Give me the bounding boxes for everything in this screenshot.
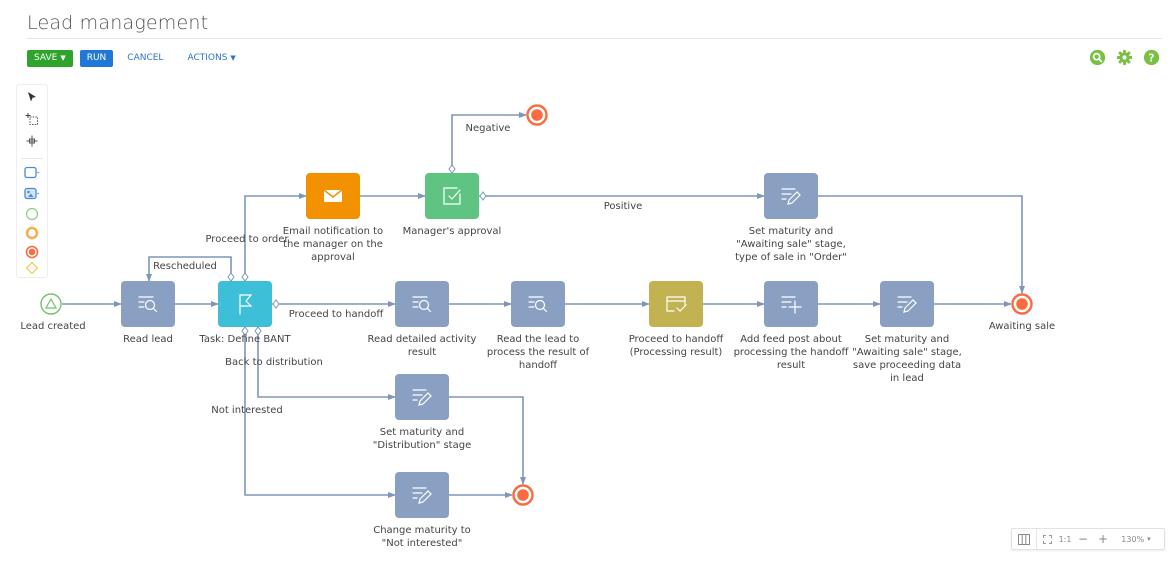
chevron-down-icon: ▾ <box>1147 535 1151 543</box>
conditional-flow-marker <box>241 272 249 282</box>
task-set-order[interactable]: Set maturity and "Awaiting sale" stage, ty… <box>735 173 847 263</box>
task-shape[interactable] <box>649 281 703 327</box>
zoom-level-select[interactable]: 130% ▾ <box>1113 529 1159 549</box>
task-add-feed-post-label: result <box>777 360 805 371</box>
task-not-interested-label: Change maturity to <box>373 525 471 536</box>
conditional-flow-marker <box>479 191 487 201</box>
task-read-lead-handoff[interactable]: Read the lead to process the result of han… <box>487 281 590 371</box>
task-shape[interactable] <box>121 281 175 327</box>
fit-to-screen-button[interactable] <box>1037 529 1057 549</box>
process-diagram-canvas[interactable]: Read lead Task: Define BANT Email notifica… <box>0 0 1172 567</box>
task-set-distribution[interactable]: Set maturity and "Distribution" stage <box>373 374 471 451</box>
task-set-awaiting[interactable]: Set maturity and "Awaiting sale" stage, sa… <box>852 281 962 384</box>
task-define-bant-label: Task: Define BANT <box>198 334 291 345</box>
task-define-bant[interactable]: Task: Define BANT <box>198 281 292 345</box>
task-shape[interactable] <box>395 281 449 327</box>
task-shape[interactable] <box>395 374 449 420</box>
task-proceed-handoff-label: Proceed to handoff <box>629 334 725 345</box>
end-event-awaiting-sale[interactable]: Awaiting sale <box>989 293 1055 333</box>
flow-label-negative: Negative <box>466 123 511 134</box>
actual-size-button[interactable]: 1:1 <box>1057 529 1073 549</box>
end-event-inner <box>1016 298 1028 310</box>
end-event-inner <box>531 109 543 121</box>
flow-label-proceed-to-handoff: Proceed to handoff <box>289 309 385 320</box>
task-set-order-label: Set maturity and <box>749 226 833 237</box>
conditional-flow-marker <box>272 299 280 309</box>
task-email-notification[interactable]: Email notification to the manager on the a… <box>283 173 383 263</box>
zoom-controls: 1:1 − + 130% ▾ <box>1011 528 1165 550</box>
start-event-lead-created-label: Lead created <box>20 321 85 332</box>
task-shape[interactable] <box>218 281 272 327</box>
zoom-in-button[interactable]: + <box>1093 529 1113 549</box>
task-not-interested[interactable]: Change maturity to "Not interested" <box>373 472 471 549</box>
minimap-button[interactable] <box>1012 529 1036 549</box>
flow-label-rescheduled: Rescheduled <box>153 261 217 272</box>
task-read-activity-label: Read detailed activity <box>368 334 477 345</box>
task-read-lead[interactable]: Read lead <box>121 281 175 345</box>
conditional-flow-marker <box>227 272 235 282</box>
flow-label-positive: Positive <box>604 201 643 212</box>
task-set-awaiting-label: save proceeding data <box>853 360 961 371</box>
flow-label-back-to-distribution: Back to distribution <box>225 357 323 368</box>
task-proceed-handoff-label: (Processing result) <box>630 347 723 358</box>
map-icon <box>1018 533 1030 545</box>
start-event-shape[interactable] <box>40 293 62 315</box>
task-set-distribution-label: Set maturity and <box>380 427 464 438</box>
task-read-lead-handoff-label: process the result of <box>487 347 590 358</box>
task-read-lead-label: Read lead <box>123 334 173 345</box>
task-read-lead-handoff-label: handoff <box>519 360 558 371</box>
end-event-end-negative[interactable] <box>526 104 548 126</box>
task-not-interested-label: "Not interested" <box>382 538 463 549</box>
task-add-feed-post-label: processing the handoff <box>734 347 850 358</box>
task-read-lead-handoff-label: Read the lead to <box>497 334 580 345</box>
conditional-flow-marker <box>448 164 456 174</box>
envelope-icon <box>323 189 343 202</box>
task-shape[interactable] <box>425 173 479 219</box>
expand-icon <box>1042 534 1052 544</box>
task-shape[interactable] <box>764 173 818 219</box>
start-event-lead-created[interactable]: Lead created <box>20 293 86 332</box>
task-set-awaiting-label: in lead <box>890 373 924 384</box>
task-shape[interactable] <box>395 472 449 518</box>
task-set-awaiting-label: "Awaiting sale" stage, <box>852 347 962 358</box>
task-manager-approval[interactable]: Manager's approval <box>403 173 502 237</box>
task-add-feed-post-label: Add feed post about <box>740 334 842 345</box>
task-set-distribution-label: "Distribution" stage <box>373 440 471 451</box>
task-email-notification-label: the manager on the <box>283 239 383 250</box>
task-read-activity[interactable]: Read detailed activity result <box>368 281 477 358</box>
flow-label-not-interested: Not interested <box>211 405 283 416</box>
task-email-notification-label: Email notification to <box>283 226 383 237</box>
task-shape[interactable] <box>511 281 565 327</box>
task-shape[interactable] <box>764 281 818 327</box>
task-read-activity-label: result <box>408 347 436 358</box>
zoom-level-value: 130% <box>1121 534 1145 544</box>
zoom-out-button[interactable]: − <box>1073 529 1093 549</box>
end-event-awaiting-sale-label: Awaiting sale <box>989 321 1055 332</box>
task-set-order-label: type of sale in "Order" <box>735 252 847 263</box>
task-set-awaiting-label: Set maturity and <box>865 334 949 345</box>
task-add-feed-post[interactable]: Add feed post about processing the handof… <box>734 281 850 371</box>
end-event-end-bottom[interactable] <box>512 484 534 506</box>
task-shape[interactable] <box>880 281 934 327</box>
task-set-order-label: "Awaiting sale" stage, <box>736 239 846 250</box>
flow-label-proceed-to-order: Proceed to order <box>205 234 289 245</box>
end-event-inner <box>517 489 529 501</box>
task-proceed-handoff[interactable]: Proceed to handoff (Processing result) <box>629 281 725 358</box>
flow-order-awaiting[interactable] <box>818 195 1025 294</box>
task-email-notification-label: approval <box>311 252 355 263</box>
task-manager-approval-label: Manager's approval <box>403 226 502 237</box>
